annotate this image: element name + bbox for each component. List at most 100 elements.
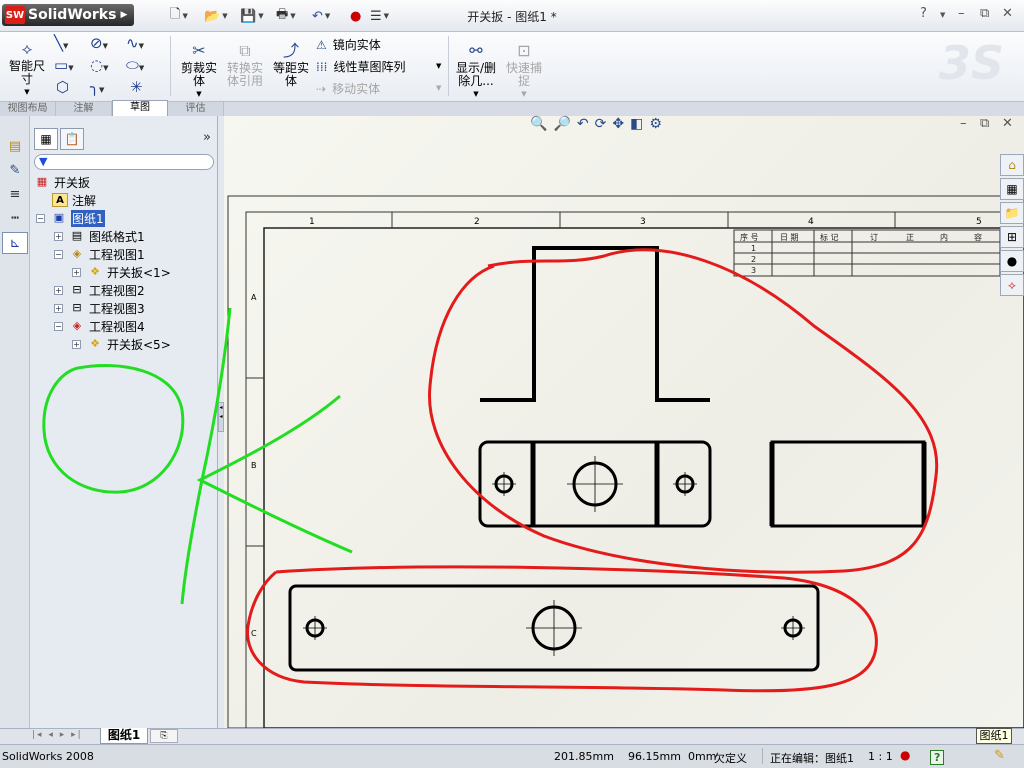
pan-icon[interactable]: ✥	[612, 116, 624, 136]
sketch-relations-button[interactable]: ⊾	[2, 232, 28, 254]
zoom-to-area-icon[interactable]: 🔎	[553, 116, 570, 136]
rebuild-status-icon[interactable]: ●	[900, 748, 910, 762]
drawing-sheet[interactable]: 1 2 3 4 5 A B C 序 号 日 期 标 记 订 正 内 容 1 2 …	[224, 116, 1024, 728]
point-tool-button[interactable]: ✳	[130, 78, 143, 96]
tree-item-view2[interactable]: + ⊟ 工程视图2	[54, 282, 145, 298]
traffic-light-icon: ●	[350, 8, 362, 24]
tree-item-annotations[interactable]: A 注解	[52, 192, 96, 208]
tree-item-view3[interactable]: + ⊟ 工程视图3	[54, 300, 145, 316]
add-sheet-icon: ⎘	[160, 731, 168, 741]
help-dropdown-icon[interactable]: ▼	[940, 11, 945, 19]
solidworks-menu-button[interactable]: SW SolidWorks ▶	[2, 4, 134, 26]
close-button[interactable]: ✕	[1002, 6, 1013, 21]
tab-evaluate[interactable]: 评估	[168, 102, 224, 116]
rebuild-button[interactable]: ●	[350, 7, 361, 25]
help-icon[interactable]: ?	[930, 750, 945, 765]
tree-item-view4[interactable]: − ◈ 工程视图4	[54, 318, 145, 334]
save-button[interactable]: 💾 ▼	[240, 7, 264, 25]
expand-icon[interactable]: +	[54, 303, 63, 313]
line-format-button[interactable]: ✎	[2, 160, 28, 182]
expand-icon[interactable]: +	[72, 339, 81, 349]
move-label: 移动实体	[332, 82, 381, 96]
help-button[interactable]: ?	[920, 6, 927, 21]
collapse-icon[interactable]: −	[36, 213, 45, 223]
minimize-button[interactable]: –	[958, 6, 965, 21]
sheet-navigation-arrows-icon[interactable]: |◂ ◂ ▸ ▸|	[32, 730, 83, 740]
rectangle-tool-button[interactable]: ▭▼	[54, 56, 74, 74]
collapse-icon[interactable]: −	[54, 321, 63, 331]
dropdown-arrow-icon[interactable]: ▼	[436, 62, 441, 70]
pencil-tag-icon[interactable]: ✎	[994, 748, 1005, 763]
tree-root[interactable]: ▦ 开关扳	[34, 174, 90, 190]
dropdown-arrow-icon: ▼	[521, 90, 527, 98]
property-manager-tab[interactable]: 📋	[60, 128, 84, 150]
polygon-tool-button[interactable]: ⬡	[56, 78, 69, 96]
options-button[interactable]: ☰ ▼	[370, 7, 389, 25]
grid-pattern-icon: ⁞⁞⁞	[316, 59, 328, 74]
collapse-icon[interactable]: −	[54, 249, 63, 259]
document-restore-button[interactable]: ⧉	[980, 116, 989, 131]
quick-snaps-button[interactable]: ⊡ 快速捕 捉 ▼	[502, 40, 546, 101]
view-settings-icon[interactable]: ⚙	[649, 116, 662, 136]
view2-label: 工程视图2	[89, 283, 145, 298]
rotate-view-icon[interactable]: ⟳	[595, 116, 607, 136]
expand-icon[interactable]: +	[54, 285, 63, 295]
tree-filter-input[interactable]: ▼	[34, 154, 214, 170]
linear-pattern-button[interactable]: ⁞⁞⁞ 线性草图阵列	[316, 58, 405, 75]
expand-icon[interactable]: +	[54, 231, 63, 241]
display-style-icon[interactable]: ◧	[630, 116, 643, 136]
mirror-entities-button[interactable]: ⚠ 镜向实体	[316, 36, 381, 53]
offset-entities-button[interactable]: ⤴ 等距实 体	[270, 40, 312, 88]
sheet-tab[interactable]: 图纸1	[100, 728, 148, 744]
display-delete-relations-button[interactable]: ⚯ 显示/删 除几... ▼	[452, 40, 500, 101]
document-close-button[interactable]: ✕	[1002, 116, 1013, 131]
line-tool-button[interactable]: ╲▼	[54, 34, 68, 52]
tab-sketch[interactable]: 草图	[112, 100, 168, 116]
new-file-button[interactable]: 🗋 ▼	[170, 7, 188, 25]
graphics-area[interactable]: 1 2 3 4 5 A B C 序 号 日 期 标 记 订 正 内 容 1 2 …	[224, 116, 1024, 728]
tab-annotation[interactable]: 注解	[56, 102, 112, 116]
feature-tree-tab[interactable]: ▦	[34, 128, 58, 150]
spline-tool-button[interactable]: ∿▼	[126, 34, 144, 52]
move-entities-button[interactable]: ⇢ 移动实体	[316, 80, 380, 97]
tree-item-sheet[interactable]: − ▣ 图纸1	[36, 209, 105, 227]
feature-manager-panel: ▦ 📋 » ▼ ▦ 开关扳 A 注解 − ▣ 图纸1 + ▤ 图纸格式1 − ◈…	[30, 116, 218, 728]
status-scale: 1 : 1	[868, 750, 893, 763]
tree-item-view1-part[interactable]: + ❖ 开关扳<1>	[72, 264, 171, 280]
dropdown-arrow-icon[interactable]: ▼	[436, 84, 441, 92]
line-thickness-button[interactable]: ≡	[2, 184, 28, 206]
line-style-button[interactable]: ┅	[2, 208, 28, 230]
undo-button[interactable]: ↶ ▼	[312, 7, 330, 25]
tree-item-view1[interactable]: − ◈ 工程视图1	[54, 246, 145, 262]
ellipse-tool-button[interactable]: ⬭▼	[126, 56, 144, 74]
layer-button[interactable]: ▤	[2, 136, 28, 158]
open-file-button[interactable]: 📂 ▼	[204, 7, 228, 25]
expand-icon[interactable]: +	[72, 267, 81, 277]
task-pane-home-tab[interactable]: ⌂	[1000, 154, 1024, 176]
task-pane-custom-props-tab[interactable]: ⟡	[1000, 274, 1024, 296]
task-pane-resources-tab[interactable]: ▦	[1000, 178, 1024, 200]
task-pane-file-explorer-tab[interactable]: 📁	[1000, 202, 1024, 224]
restore-button[interactable]: ⧉	[980, 6, 989, 21]
circle-tool-button[interactable]: ⊘▼	[90, 34, 108, 52]
task-pane-appearance-tab[interactable]: ●	[1000, 250, 1024, 272]
tab-view-layout[interactable]: 视图布局	[0, 102, 56, 116]
add-sheet-button[interactable]: ⎘	[150, 729, 178, 743]
convert-entities-button[interactable]: ⧉ 转换实 体引用	[224, 40, 266, 88]
print-button[interactable]: 🖶 ▼	[276, 7, 296, 25]
arc-tool-button[interactable]: ◌▼	[90, 56, 108, 74]
list-options-icon: ☰	[370, 8, 382, 24]
expand-panel-icon[interactable]: »	[203, 130, 211, 145]
smart-dimension-button[interactable]: ⟡ 智能尺 寸 ▼	[6, 38, 48, 99]
zoom-to-fit-icon[interactable]: 🔍	[530, 116, 547, 136]
fillet-tool-button[interactable]: ╮▼	[90, 78, 104, 96]
tree-item-sheet-format[interactable]: + ▤ 图纸格式1	[54, 228, 145, 244]
previous-view-icon[interactable]: ↶	[577, 116, 589, 136]
zone-row-label: B	[251, 461, 257, 470]
trim-entities-button[interactable]: ✂ 剪裁实 体 ▼	[178, 40, 220, 101]
document-minimize-button[interactable]: –	[960, 116, 967, 131]
task-pane-view-palette-tab[interactable]: ⊞	[1000, 226, 1024, 248]
tree-item-view4-part[interactable]: + ❖ 开关扳<5>	[72, 336, 171, 352]
arc-icon: ◌	[90, 56, 104, 74]
spline-icon: ∿	[126, 34, 139, 52]
